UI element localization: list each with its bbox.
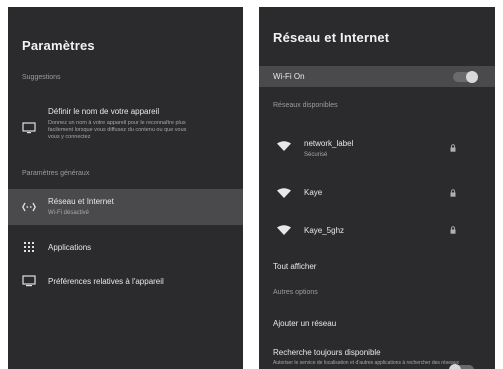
section-available-networks: Réseaux disponibles	[273, 102, 338, 109]
wifi-icon	[277, 225, 291, 235]
section-other-options: Autres options	[273, 289, 318, 296]
network-panel: Réseau et Internet Wi-Fi On Réseaux disp…	[259, 7, 495, 369]
apps-grid-icon	[24, 242, 34, 252]
scan-always-toggle[interactable]	[449, 364, 474, 369]
device-preferences-label: Préférences relatives à l'appareil	[48, 277, 164, 286]
network-icon	[22, 202, 36, 212]
section-general: Paramètres généraux	[22, 170, 90, 177]
apps-label: Applications	[48, 243, 92, 252]
network-name: Kaye_5ghz	[304, 226, 345, 235]
show-all-label: Tout afficher	[273, 262, 317, 271]
settings-title: Paramètres	[22, 38, 95, 53]
network-security: Sécurisé	[304, 152, 328, 158]
tv-icon	[22, 275, 36, 287]
network-name: Kaye	[304, 188, 323, 197]
wifi-toggle-row[interactable]: Wi-Fi On	[259, 66, 495, 87]
sidebar-item-device-preferences[interactable]: Préférences relatives à l'appareil	[8, 265, 243, 297]
scan-always-subtitle: Autoriser le service de localisation et …	[273, 360, 460, 366]
network-subtitle: Wi-Fi désactivé	[48, 210, 90, 216]
network-row[interactable]: Kaye	[259, 178, 495, 208]
lock-icon	[450, 144, 456, 152]
suggestion-subtitle-3: vous y connectez	[48, 134, 91, 140]
scan-always-label: Recherche toujours disponible	[273, 348, 381, 357]
network-label: Réseau et Internet	[48, 197, 114, 206]
add-network-button[interactable]: Ajouter un réseau	[259, 312, 495, 336]
section-suggestions: Suggestions	[22, 74, 61, 81]
suggestion-title: Définir le nom de votre appareil	[48, 107, 160, 116]
lock-icon	[450, 226, 456, 234]
network-row[interactable]: network_label Sécurisé	[259, 130, 495, 166]
scan-always-toggle-knob	[449, 364, 461, 369]
wifi-label: Wi-Fi On	[273, 72, 305, 81]
monitor-icon	[22, 122, 36, 134]
network-row[interactable]: Kaye_5ghz	[259, 215, 495, 245]
show-all-networks[interactable]: Tout afficher	[259, 255, 495, 279]
network-panel-title: Réseau et Internet	[273, 30, 390, 45]
network-name: network_label	[304, 139, 354, 148]
scan-always-row[interactable]: Recherche toujours disponible Autoriser …	[259, 343, 495, 369]
wifi-toggle[interactable]	[453, 71, 478, 83]
suggestion-device-name[interactable]: Définir le nom de votre appareil Donnez …	[8, 100, 243, 155]
settings-panel: Paramètres Suggestions Définir le nom de…	[8, 7, 243, 369]
sidebar-item-apps[interactable]: Applications	[8, 231, 243, 263]
lock-icon	[450, 189, 456, 197]
wifi-icon	[277, 141, 291, 151]
add-network-label: Ajouter un réseau	[273, 319, 337, 328]
sidebar-item-network[interactable]: Réseau et Internet Wi-Fi désactivé	[8, 189, 243, 225]
wifi-toggle-knob	[466, 71, 478, 83]
wifi-icon	[277, 188, 291, 198]
